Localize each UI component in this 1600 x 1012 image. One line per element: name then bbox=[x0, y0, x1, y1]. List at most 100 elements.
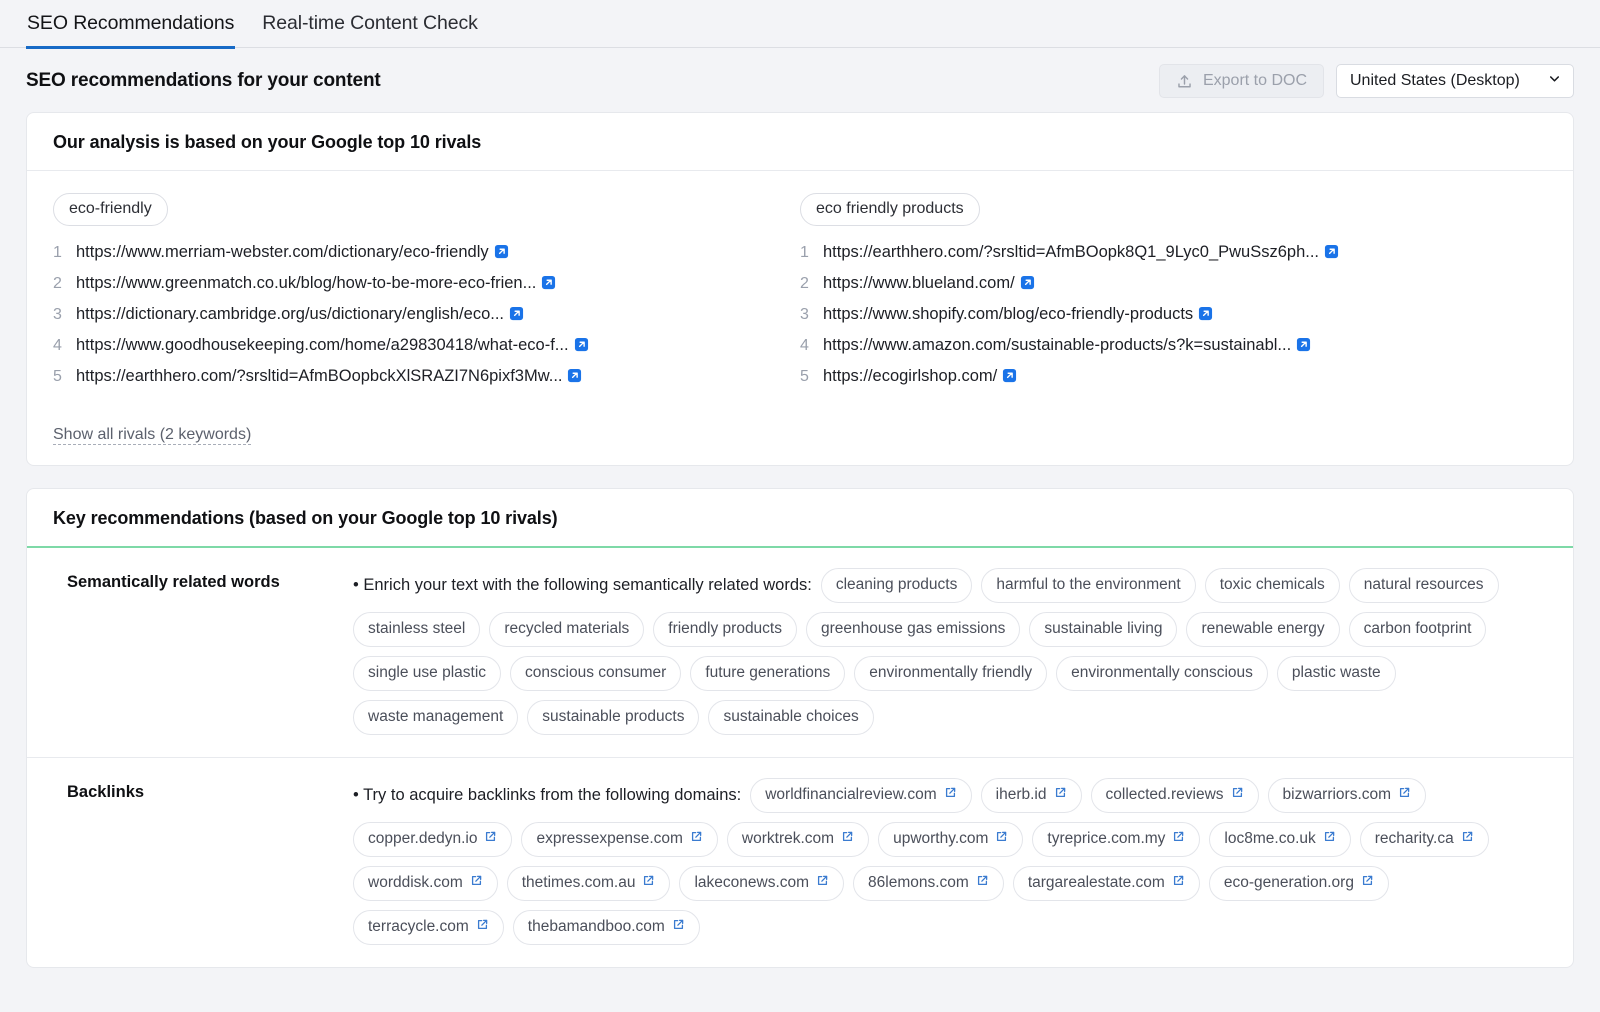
list-item: 3 https://dictionary.cambridge.org/us/di… bbox=[53, 305, 776, 326]
rival-result-list: 1 https://www.merriam-webster.com/dictio… bbox=[53, 243, 776, 388]
term-chip[interactable]: sustainable choices bbox=[708, 700, 873, 735]
domain-chip-label: loc8me.co.uk bbox=[1224, 830, 1315, 848]
term-chip[interactable]: carbon footprint bbox=[1349, 612, 1487, 647]
external-link-icon[interactable] bbox=[816, 874, 829, 892]
external-link-icon[interactable] bbox=[642, 874, 655, 892]
term-chip[interactable]: sustainable living bbox=[1029, 612, 1177, 647]
domain-chip[interactable]: tyreprice.com.my bbox=[1032, 822, 1200, 857]
section-label: Backlinks bbox=[53, 778, 353, 945]
domain-chip[interactable]: targarealestate.com bbox=[1013, 866, 1200, 901]
external-link-icon[interactable] bbox=[574, 337, 589, 357]
external-link-icon[interactable] bbox=[494, 244, 509, 264]
domain-chip[interactable]: 86lemons.com bbox=[853, 866, 1004, 901]
domain-chip[interactable]: loc8me.co.uk bbox=[1209, 822, 1350, 857]
domain-chip[interactable]: iherb.id bbox=[981, 778, 1082, 813]
rival-url[interactable]: https://dictionary.cambridge.org/us/dict… bbox=[76, 305, 504, 323]
show-all-rivals-link[interactable]: Show all rivals (2 keywords) bbox=[53, 426, 251, 445]
term-chip[interactable]: conscious consumer bbox=[510, 656, 681, 691]
external-link-icon[interactable] bbox=[1324, 244, 1339, 264]
term-chip[interactable]: stainless steel bbox=[353, 612, 480, 647]
term-chip[interactable]: cleaning products bbox=[821, 568, 973, 603]
term-chip[interactable]: environmentally friendly bbox=[854, 656, 1047, 691]
list-item: 4 https://www.goodhousekeeping.com/home/… bbox=[53, 336, 776, 357]
domain-chip[interactable]: worddisk.com bbox=[353, 866, 498, 901]
export-to-doc-button[interactable]: Export to DOC bbox=[1159, 64, 1324, 98]
external-link-icon[interactable] bbox=[1054, 786, 1067, 804]
page-title: SEO recommendations for your content bbox=[26, 70, 381, 92]
rival-url[interactable]: https://www.greenmatch.co.uk/blog/how-to… bbox=[76, 274, 536, 292]
external-link-icon[interactable] bbox=[509, 306, 524, 326]
external-link-icon[interactable] bbox=[1231, 786, 1244, 804]
rival-url[interactable]: https://earthhero.com/?srsltid=AfmBOopk8… bbox=[823, 243, 1319, 261]
external-link-icon[interactable] bbox=[541, 275, 556, 295]
domain-chip[interactable]: expressexpense.com bbox=[521, 822, 717, 857]
header-actions: Export to DOC United States (Desktop) bbox=[1159, 64, 1574, 98]
term-chip[interactable]: recycled materials bbox=[489, 612, 644, 647]
term-chip[interactable]: environmentally conscious bbox=[1056, 656, 1268, 691]
term-chip[interactable]: sustainable products bbox=[527, 700, 699, 735]
external-link-icon[interactable] bbox=[567, 368, 582, 388]
domain-chip[interactable]: thetimes.com.au bbox=[507, 866, 671, 901]
external-link-icon[interactable] bbox=[976, 874, 989, 892]
term-chip[interactable]: future generations bbox=[690, 656, 845, 691]
external-link-icon[interactable] bbox=[1172, 874, 1185, 892]
domain-chip[interactable]: worktrek.com bbox=[727, 822, 869, 857]
region-select[interactable]: United States (Desktop) bbox=[1336, 64, 1574, 98]
domain-chip[interactable]: bizwarriors.com bbox=[1268, 778, 1427, 813]
rival-column: eco-friendly 1 https://www.merriam-webst… bbox=[53, 193, 800, 398]
rival-url[interactable]: https://www.merriam-webster.com/dictiona… bbox=[76, 243, 489, 261]
term-chip[interactable]: harmful to the environment bbox=[981, 568, 1195, 603]
external-link-icon[interactable] bbox=[1398, 786, 1411, 804]
tab-label: Real-time Content Check bbox=[262, 12, 478, 34]
external-link-icon[interactable] bbox=[476, 918, 489, 936]
external-link-icon[interactable] bbox=[1172, 830, 1185, 848]
domain-chip[interactable]: collected.reviews bbox=[1091, 778, 1259, 813]
external-link-icon[interactable] bbox=[1461, 830, 1474, 848]
external-link-icon[interactable] bbox=[672, 918, 685, 936]
rival-url[interactable]: https://earthhero.com/?srsltid=AfmBOopbc… bbox=[76, 367, 562, 385]
domain-chip[interactable]: lakeconews.com bbox=[679, 866, 844, 901]
external-link-icon[interactable] bbox=[690, 830, 703, 848]
external-link-icon[interactable] bbox=[1020, 275, 1035, 295]
rival-url[interactable]: https://ecogirlshop.com/ bbox=[823, 367, 997, 385]
external-link-icon[interactable] bbox=[995, 830, 1008, 848]
rival-rank: 1 bbox=[53, 244, 62, 262]
rival-rank: 5 bbox=[800, 368, 809, 386]
domain-chip[interactable]: thebamandboo.com bbox=[513, 910, 700, 945]
external-link-icon[interactable] bbox=[470, 874, 483, 892]
term-chip[interactable]: toxic chemicals bbox=[1205, 568, 1340, 603]
rival-url[interactable]: https://www.shopify.com/blog/eco-friendl… bbox=[823, 305, 1193, 323]
term-chip[interactable]: plastic waste bbox=[1277, 656, 1396, 691]
external-link-icon[interactable] bbox=[1198, 306, 1213, 326]
term-chip[interactable]: waste management bbox=[353, 700, 518, 735]
keyword-chip[interactable]: eco-friendly bbox=[53, 193, 168, 226]
term-chip[interactable]: greenhouse gas emissions bbox=[806, 612, 1020, 647]
term-chip[interactable]: friendly products bbox=[653, 612, 797, 647]
domain-chip[interactable]: worldfinancialreview.com bbox=[750, 778, 971, 813]
external-link-icon[interactable] bbox=[944, 786, 957, 804]
external-link-icon[interactable] bbox=[841, 830, 854, 848]
external-link-icon[interactable] bbox=[1296, 337, 1311, 357]
term-chip[interactable]: renewable energy bbox=[1186, 612, 1339, 647]
domain-chip[interactable]: terracycle.com bbox=[353, 910, 504, 945]
domain-chip[interactable]: upworthy.com bbox=[878, 822, 1023, 857]
external-link-icon[interactable] bbox=[1002, 368, 1017, 388]
domain-chip[interactable]: eco-generation.org bbox=[1209, 866, 1389, 901]
domain-chip[interactable]: copper.dedyn.io bbox=[353, 822, 512, 857]
rivals-card-title: Our analysis is based on your Google top… bbox=[27, 113, 1573, 171]
domain-chip[interactable]: recharity.ca bbox=[1360, 822, 1489, 857]
rival-url[interactable]: https://www.blueland.com/ bbox=[823, 274, 1015, 292]
external-link-icon[interactable] bbox=[1361, 874, 1374, 892]
tab-seo-recommendations[interactable]: SEO Recommendations bbox=[26, 0, 235, 49]
external-link-icon[interactable] bbox=[484, 830, 497, 848]
rival-url[interactable]: https://www.amazon.com/sustainable-produ… bbox=[823, 336, 1291, 354]
rival-url[interactable]: https://www.goodhousekeeping.com/home/a2… bbox=[76, 336, 569, 354]
rival-column: eco friendly products 1 https://earthher… bbox=[800, 193, 1547, 398]
tab-real-time-content-check[interactable]: Real-time Content Check bbox=[261, 0, 479, 49]
domain-chip-label: terracycle.com bbox=[368, 918, 469, 936]
term-chip[interactable]: natural resources bbox=[1349, 568, 1499, 603]
term-chip[interactable]: single use plastic bbox=[353, 656, 501, 691]
keyword-chip[interactable]: eco friendly products bbox=[800, 193, 980, 226]
external-link-icon[interactable] bbox=[1323, 830, 1336, 848]
key-recommendations-title: Key recommendations (based on your Googl… bbox=[27, 489, 1573, 548]
